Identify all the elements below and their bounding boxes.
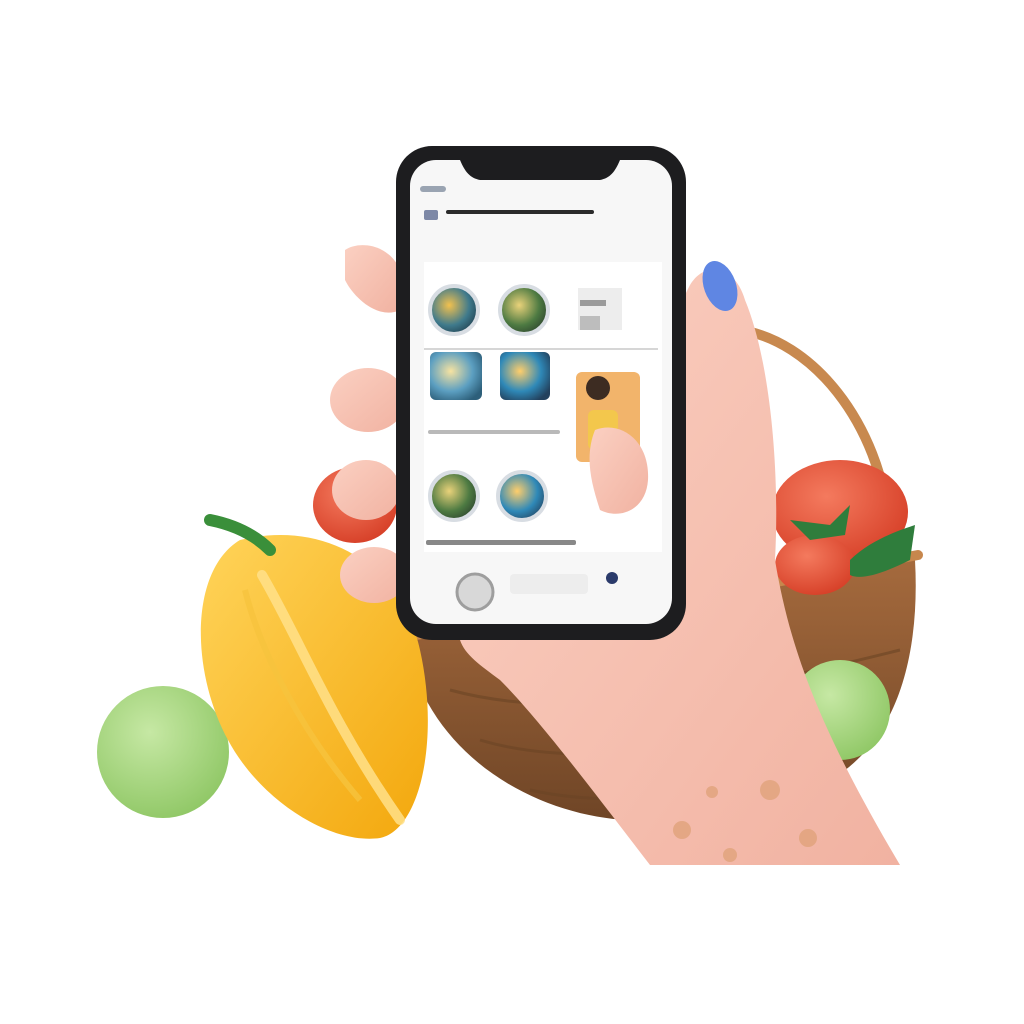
phone-notch — [460, 160, 620, 180]
photo-thumbnail-icon — [428, 470, 480, 522]
grid-item-5[interactable] — [500, 352, 550, 400]
bottom-toolbar[interactable] — [510, 574, 588, 594]
grid-item-8[interactable] — [496, 470, 548, 522]
photo-thumbnail-icon — [500, 352, 550, 400]
app-icon[interactable] — [424, 210, 438, 220]
grid-item-3[interactable] — [578, 288, 622, 330]
home-button[interactable] — [455, 572, 495, 612]
grid-item-4[interactable] — [430, 352, 482, 400]
status-indicator-icon — [420, 186, 446, 192]
caption-line — [428, 430, 560, 434]
indicator-dot-icon — [606, 572, 618, 584]
smartphone — [396, 146, 686, 640]
photo-thumbnail-icon — [496, 470, 548, 522]
search-bar[interactable] — [446, 210, 594, 214]
grid-item-2[interactable] — [498, 284, 550, 336]
photo-thumbnail-icon — [428, 284, 480, 336]
green-apple-left — [97, 686, 229, 818]
grid-item-1[interactable] — [428, 284, 480, 336]
divider — [424, 348, 658, 350]
footer-line — [426, 540, 576, 545]
photo-thumbnail-icon — [498, 284, 550, 336]
illustration-scene — [97, 146, 923, 865]
grid-item-7[interactable] — [428, 470, 480, 522]
photo-thumbnail-icon — [430, 352, 482, 400]
